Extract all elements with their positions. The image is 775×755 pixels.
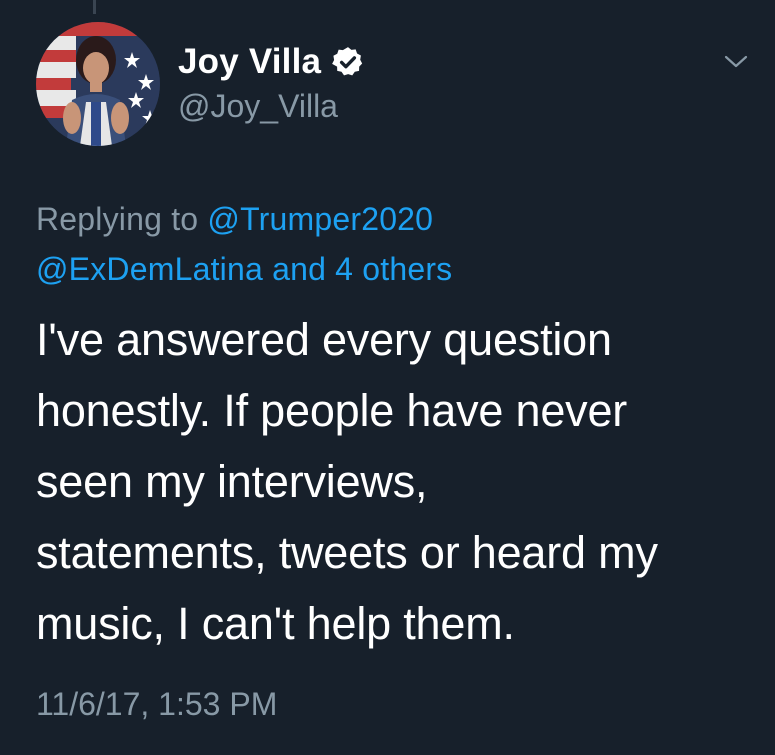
verified-badge-icon bbox=[332, 47, 363, 76]
author-name-row[interactable]: Joy Villa bbox=[178, 42, 365, 82]
reply-context: Replying to @Trumper2020 @ExDemLatina an… bbox=[36, 194, 756, 294]
thread-connector-line bbox=[93, 0, 96, 14]
reply-prefix: Replying to bbox=[36, 201, 208, 237]
others-link[interactable]: and 4 others bbox=[263, 251, 452, 287]
tweet-card: Joy Villa @Joy_Villa Replying to @Trumpe… bbox=[0, 0, 775, 755]
author-handle[interactable]: @Joy_Villa bbox=[178, 88, 338, 125]
chevron-down-icon[interactable] bbox=[722, 52, 750, 72]
tweet-text: I've answered every question honestly. I… bbox=[36, 314, 658, 649]
avatar[interactable] bbox=[36, 22, 160, 146]
mention-link[interactable]: @ExDemLatina bbox=[36, 251, 263, 287]
tweet-timestamp[interactable]: 11/6/17, 1:53 PM bbox=[36, 686, 277, 723]
mention-link[interactable]: @Trumper2020 bbox=[207, 201, 433, 237]
display-name[interactable]: Joy Villa bbox=[178, 42, 321, 82]
avatar-photo bbox=[36, 22, 160, 146]
